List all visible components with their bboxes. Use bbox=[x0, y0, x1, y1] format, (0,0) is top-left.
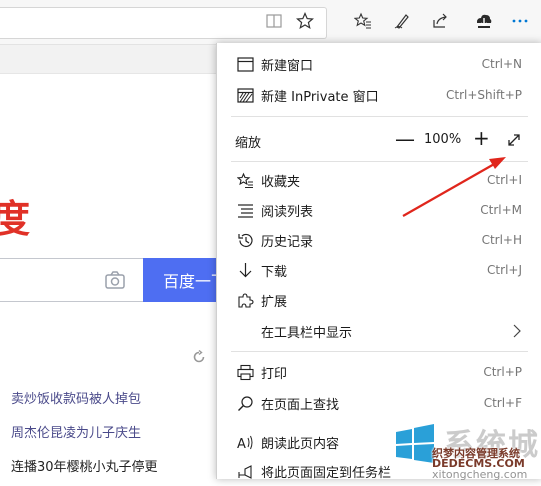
menu-label: 扩展 bbox=[261, 294, 288, 310]
menu-divider bbox=[231, 116, 528, 117]
reading-view-icon[interactable] bbox=[262, 9, 286, 33]
menu-label: 新建 InPrivate 窗口 bbox=[261, 89, 379, 105]
zoom-in-button[interactable]: + bbox=[473, 126, 490, 150]
favorites-list-icon bbox=[235, 170, 255, 190]
news-item[interactable]: 连播30年樱桃小丸子停更 bbox=[11, 456, 158, 475]
menu-shortcut: Ctrl+F bbox=[483, 396, 522, 410]
watermark-url: xitongcheng.com bbox=[432, 468, 528, 481]
menu-label: 在工具栏中显示 bbox=[261, 325, 353, 341]
download-arrow-icon bbox=[235, 260, 255, 280]
zoom-out-button[interactable]: — bbox=[395, 127, 415, 151]
browser-toolbar bbox=[0, 0, 541, 45]
favorites-icon[interactable] bbox=[351, 9, 375, 33]
menu-label: 在页面上查找 bbox=[261, 397, 340, 413]
settings-menu: 新建窗口 Ctrl+N 新建 InPrivate 窗口 Ctrl+Shift+P… bbox=[216, 43, 541, 481]
menu-shortcut: Ctrl+H bbox=[481, 233, 522, 247]
menu-label: 新建窗口 bbox=[261, 58, 314, 74]
zoom-label: 缩放 bbox=[235, 136, 262, 151]
news-item[interactable]: 卖炒饭收款码被人掉包 bbox=[11, 388, 141, 407]
menu-item-new-inprivate[interactable]: 新建 InPrivate 窗口 Ctrl+Shift+P bbox=[217, 80, 541, 110]
favorite-star-icon[interactable] bbox=[293, 9, 317, 33]
menu-item-favorites[interactable]: 收藏夹 Ctrl+I bbox=[217, 165, 541, 195]
menu-shortcut: Ctrl+J bbox=[487, 263, 522, 277]
menu-item-find[interactable]: 在页面上查找 Ctrl+F bbox=[217, 388, 541, 418]
pen-icon[interactable] bbox=[390, 9, 414, 33]
menu-label: 下载 bbox=[261, 264, 288, 280]
search-icon bbox=[235, 393, 255, 413]
menu-label: 阅读列表 bbox=[261, 204, 314, 220]
menu-item-downloads[interactable]: 下载 Ctrl+J bbox=[217, 255, 541, 285]
menu-label: 将此页面固定到任务栏 bbox=[261, 465, 392, 481]
menu-item-show-in-toolbar[interactable]: 在工具栏中显示 bbox=[217, 316, 541, 346]
chevron-right-icon bbox=[513, 324, 521, 338]
menu-shortcut: Ctrl+P bbox=[483, 365, 522, 379]
refresh-icon[interactable] bbox=[192, 350, 206, 364]
menu-label: 打印 bbox=[261, 366, 288, 382]
read-aloud-icon: A bbox=[235, 432, 255, 452]
menu-label: 朗读此页内容 bbox=[261, 436, 340, 452]
menu-item-new-window[interactable]: 新建窗口 Ctrl+N bbox=[217, 49, 541, 79]
menu-label: 历史记录 bbox=[261, 234, 314, 250]
menu-divider bbox=[231, 161, 528, 162]
menu-shortcut: Ctrl+M bbox=[480, 203, 522, 217]
menu-item-history[interactable]: 历史记录 Ctrl+H bbox=[217, 225, 541, 255]
menu-shortcut: Ctrl+Shift+P bbox=[446, 88, 522, 102]
download-icon[interactable] bbox=[472, 9, 496, 33]
svg-text:A: A bbox=[237, 437, 246, 451]
menu-label: 收藏夹 bbox=[261, 174, 301, 190]
camera-icon[interactable] bbox=[104, 270, 126, 290]
baidu-logo-fragment: 度 bbox=[0, 196, 31, 241]
menu-divider bbox=[231, 351, 528, 352]
menu-item-print[interactable]: 打印 Ctrl+P bbox=[217, 357, 541, 387]
puzzle-icon bbox=[235, 290, 255, 310]
fullscreen-icon[interactable] bbox=[505, 131, 523, 149]
more-icon[interactable] bbox=[508, 9, 532, 33]
menu-item-extensions[interactable]: 扩展 bbox=[217, 285, 541, 315]
inprivate-icon bbox=[235, 85, 255, 105]
pin-taskbar-icon bbox=[235, 461, 255, 481]
menu-shortcut: Ctrl+I bbox=[487, 173, 522, 187]
menu-item-reading-list[interactable]: 阅读列表 Ctrl+M bbox=[217, 195, 541, 225]
menu-shortcut: Ctrl+N bbox=[481, 57, 522, 71]
news-item[interactable]: 周杰伦昆凌为儿子庆生 bbox=[11, 422, 141, 441]
search-button[interactable]: 百度一下 bbox=[143, 258, 223, 302]
zoom-level: 100% bbox=[424, 132, 462, 147]
zoom-row: 缩放 — 100% + bbox=[217, 125, 541, 155]
site-watermark: 系统城 织梦内容管理系统 DEDECMS.COM xitongcheng.com bbox=[392, 418, 541, 481]
share-icon[interactable] bbox=[428, 9, 452, 33]
new-window-icon bbox=[235, 54, 255, 74]
printer-icon bbox=[235, 362, 255, 382]
history-icon bbox=[235, 230, 255, 250]
reading-list-icon bbox=[235, 200, 255, 220]
